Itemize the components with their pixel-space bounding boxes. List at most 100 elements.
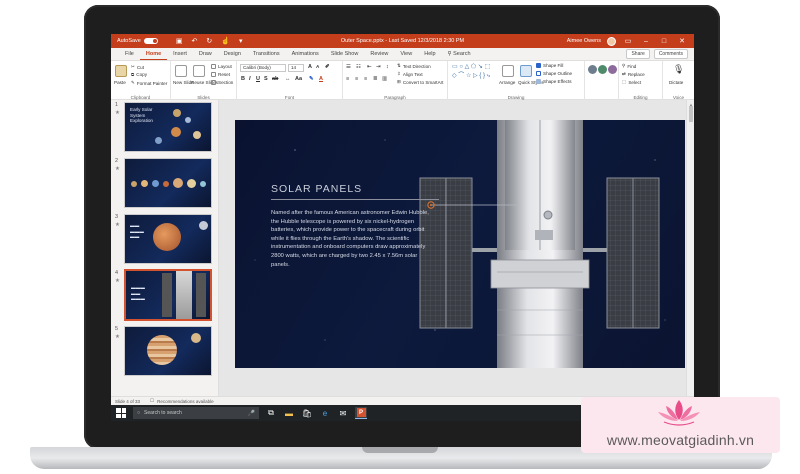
collaborator-avatar[interactable] (608, 65, 617, 74)
shape-outline-button[interactable]: Shape Outline (536, 71, 572, 76)
microphone-icon[interactable]: 🎤 (248, 410, 255, 417)
section-button[interactable]: Section (211, 80, 233, 85)
format-painter-button[interactable]: ✎ Format Painter (131, 80, 167, 86)
justify-icon[interactable]: ≣ (373, 76, 378, 82)
reuse-slides-icon[interactable] (193, 65, 205, 77)
powerpoint-icon[interactable]: P (355, 407, 367, 419)
autosave-switch[interactable] (143, 38, 158, 44)
store-icon[interactable]: 🛍 (301, 407, 313, 419)
slide-thumbnail[interactable] (124, 158, 212, 208)
highlight-icon[interactable]: ✎ (309, 76, 314, 82)
slide-thumbnail-selected[interactable]: ▬▬▬ ▬▬ ▬▬▬ (124, 269, 212, 321)
paste-button[interactable]: Paste (114, 80, 126, 85)
font-size-select[interactable]: 14 (288, 64, 304, 72)
tab-insert[interactable]: Insert (167, 48, 193, 60)
touch-mode-icon[interactable]: ☝ (221, 37, 230, 45)
avatar[interactable] (607, 36, 616, 46)
font-name-select[interactable]: Calibri (Body) (240, 64, 286, 72)
slide-thumbnail[interactable] (124, 326, 212, 376)
text-direction-button[interactable]: ⇅ Text Direction (397, 63, 431, 69)
comments-button[interactable]: Comments (653, 49, 688, 59)
close-button[interactable]: ✕ (676, 37, 688, 45)
find-button[interactable]: ⚲ Find (622, 63, 636, 69)
align-right-icon[interactable]: ≡ (364, 76, 367, 82)
grow-font-icon[interactable]: A (308, 64, 312, 70)
cut-button[interactable]: ✂ Cut (131, 64, 144, 70)
shape-effects-button[interactable]: Shape Effects (536, 79, 572, 84)
customize-qat-icon[interactable]: ▾ (239, 37, 243, 45)
collaborator-avatar[interactable] (588, 65, 597, 74)
mail-icon[interactable]: ✉ (337, 407, 349, 419)
layout-button[interactable]: Layout (211, 64, 232, 69)
columns-icon[interactable]: ▥ (382, 76, 387, 82)
windows-start-icon[interactable] (115, 407, 127, 419)
save-icon[interactable]: ▣ (176, 37, 183, 45)
font-color-icon[interactable]: A (319, 76, 323, 82)
tab-transitions[interactable]: Transitions (247, 48, 286, 60)
bullets-icon[interactable]: ☰ (346, 64, 351, 70)
tab-view[interactable]: View (394, 48, 418, 60)
collaborator-avatar[interactable] (598, 65, 607, 74)
shapes-gallery[interactable]: ▭ ○ △ ⬠ ↘ ⬚ ◇ ⌒ ☆ ▷ { } ⤷ (452, 63, 490, 80)
numbering-icon[interactable]: ☷ (356, 64, 361, 70)
accessibility-icon[interactable]: ☐ (150, 398, 154, 404)
tab-help[interactable]: Help (418, 48, 441, 60)
user-name[interactable]: Aimee Owens (567, 38, 601, 44)
reset-button[interactable]: Reset (211, 72, 230, 77)
tab-design[interactable]: Design (218, 48, 247, 60)
arrange-icon[interactable] (502, 65, 514, 77)
paste-icon[interactable] (115, 65, 127, 77)
tab-home[interactable]: Home (139, 48, 168, 60)
share-button[interactable]: Share (626, 49, 650, 59)
edge-icon[interactable]: e (319, 407, 331, 419)
change-case-icon[interactable]: Aa (295, 76, 302, 82)
slide-heading[interactable]: SOLAR PANELS (271, 183, 362, 195)
shadow-icon[interactable]: S (264, 76, 268, 82)
maximize-button[interactable]: □ (658, 38, 670, 45)
increase-indent-icon[interactable]: ⇥ (376, 64, 381, 70)
copy-button[interactable]: ⧉ Copy (131, 72, 147, 77)
microphone-icon[interactable]: 🎙 (673, 64, 684, 75)
slide-thumbnail[interactable]: ▬▬ ▬▬▬ ▬▬ (124, 214, 212, 264)
task-view-icon[interactable]: ⧉ (265, 407, 277, 419)
align-center-icon[interactable]: ≡ (355, 76, 358, 82)
minimize-button[interactable]: – (640, 38, 652, 45)
slide-thumbnail[interactable]: Early Solar System Exploration (124, 102, 212, 152)
bold-icon[interactable]: B (241, 76, 245, 82)
tab-animations[interactable]: Animations (286, 48, 325, 60)
undo-icon[interactable]: ↶ (191, 37, 197, 45)
tab-review[interactable]: Review (364, 48, 394, 60)
file-explorer-icon[interactable]: ▬ (283, 407, 295, 419)
tab-draw[interactable]: Draw (193, 48, 218, 60)
clear-format-icon[interactable]: ✐ (325, 64, 330, 70)
align-text-button[interactable]: ⇳ Align Text (397, 71, 423, 77)
vertical-scrollbar[interactable]: ▲ ▼ (686, 100, 694, 405)
shape-fill-button[interactable]: Shape Fill (536, 63, 563, 68)
select-button[interactable]: ⬚ Select (622, 79, 641, 85)
convert-smartart-button[interactable]: ⊞ Convert to SmartArt (397, 79, 443, 85)
align-left-icon[interactable]: ≡ (346, 76, 349, 82)
replace-button[interactable]: ⇄ Replace (622, 71, 645, 77)
autosave-toggle[interactable]: AutoSave (117, 38, 158, 44)
underline-icon[interactable]: U (256, 76, 260, 82)
italic-icon[interactable]: I (249, 76, 251, 82)
taskbar-search-box[interactable]: ○ Search to search 🎤 (133, 407, 259, 419)
char-spacing-icon[interactable]: ↔ (285, 76, 291, 82)
decrease-indent-icon[interactable]: ⇤ (367, 64, 372, 70)
dictate-button[interactable]: Dictate (669, 80, 683, 85)
current-slide[interactable]: SOLAR PANELS Named after the famous Amer… (235, 120, 685, 368)
tab-slide-show[interactable]: Slide Show (325, 48, 365, 60)
line-spacing-icon[interactable]: ↕ (386, 64, 389, 70)
scrollbar-thumb[interactable] (689, 106, 693, 122)
tab-search[interactable]: ⚲ Search (442, 48, 477, 60)
ribbon-display-icon[interactable]: ▭ (622, 37, 634, 45)
recommendations-status[interactable]: Recommendations available (157, 399, 214, 404)
strikethrough-icon[interactable]: ab (272, 76, 278, 82)
arrange-button[interactable]: Arrange (499, 80, 515, 85)
shrink-font-icon[interactable]: A (316, 64, 319, 69)
new-slide-icon[interactable] (175, 65, 187, 77)
redo-icon[interactable]: ↻ (206, 37, 212, 45)
quick-styles-icon[interactable] (520, 65, 532, 77)
slide-body-text[interactable]: Named after the famous American astronom… (271, 209, 431, 269)
tab-file[interactable]: File (119, 48, 140, 60)
